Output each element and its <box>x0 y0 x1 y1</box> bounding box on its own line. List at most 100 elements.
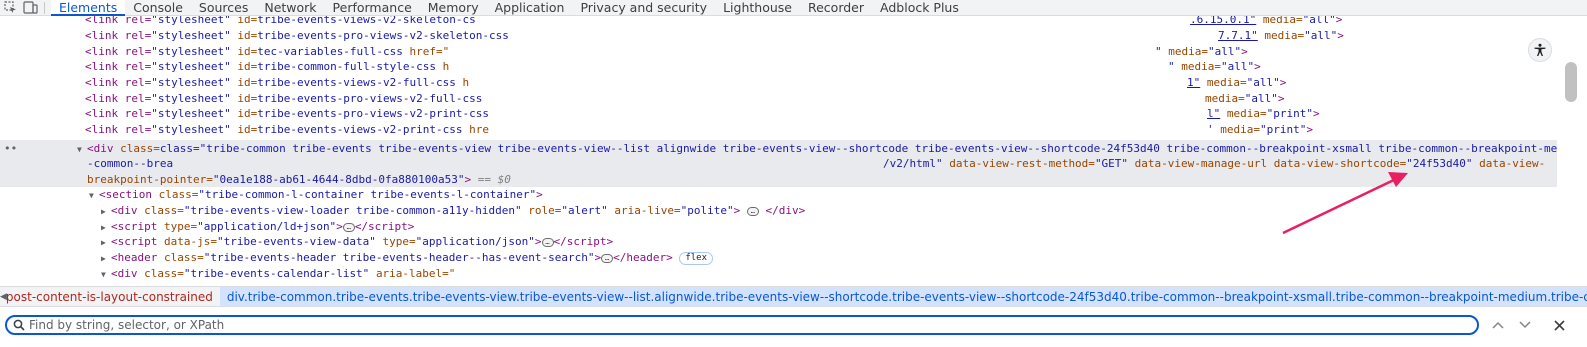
accessibility-icon[interactable] <box>1528 38 1552 62</box>
dom-node-link[interactable]: <link rel="stylesheet" id=tec-variables-… <box>85 44 449 60</box>
attr-value: "tribe-common-l-container tribe-events-l… <box>198 188 537 201</box>
collapse-triangle-icon[interactable]: ▶ <box>101 235 111 251</box>
tab-sources[interactable]: Sources <box>191 0 256 16</box>
dom-node-link-tail: media="all"> <box>1205 91 1285 107</box>
chevron-down-icon[interactable] <box>1517 317 1533 333</box>
node-dots-menu[interactable]: •• <box>4 141 17 157</box>
tag-open: <link rel= <box>85 107 152 120</box>
tag-open: <link rel= <box>85 123 152 136</box>
dom-node-link[interactable]: <link rel="stylesheet" id=tribe-events-p… <box>85 91 482 107</box>
tag-open: <script <box>111 220 164 233</box>
device-toolbar-icon[interactable] <box>20 0 40 16</box>
tag-close: > <box>534 235 542 248</box>
attr-name: breakpoint-pointer= <box>87 173 213 186</box>
dom-node-script-ldjson[interactable]: ▶ <script type="application/ld+json">… </s… <box>101 219 414 235</box>
dom-node-link-tail: " media="all"> <box>1155 44 1248 60</box>
attr-name: id= <box>230 16 258 26</box>
tab-memory[interactable]: Memory <box>420 0 487 16</box>
dom-node-div-line2: -common--brea <box>87 156 173 172</box>
breadcrumb: ◀ post-content-is-layout-constrained div… <box>0 286 1587 307</box>
tab-lighthouse[interactable]: Lighthouse <box>715 0 800 16</box>
attr-value: tribe-events-views-v2-full-css <box>257 76 456 89</box>
expand-triangle-icon[interactable]: ▼ <box>101 267 111 283</box>
collapse-triangle-icon[interactable]: ▶ <box>101 204 111 220</box>
dom-node-link[interactable]: <link rel="stylesheet" id=tribe-events-v… <box>85 122 489 138</box>
attr-name: data-view- <box>1472 157 1546 170</box>
tab-recorder[interactable]: Recorder <box>800 0 872 16</box>
attr-name: aria-live= <box>607 204 681 217</box>
attr-value: "stylesheet" <box>151 45 231 58</box>
inspect-element-icon[interactable] <box>0 0 20 16</box>
collapsed-ellipsis[interactable]: … <box>541 237 554 247</box>
dom-node-loader-div[interactable]: ▶ <div class="tribe-events-view-loader tr… <box>101 203 805 219</box>
href-link[interactable]: 1" <box>1187 76 1200 89</box>
tab-console[interactable]: Console <box>125 0 191 16</box>
tag-close: > <box>536 188 543 201</box>
attr-name: id= <box>230 107 258 120</box>
vertical-scrollbar[interactable] <box>1557 16 1587 284</box>
expand-triangle-icon[interactable]: ▼ <box>89 188 99 204</box>
attr-value: "stylesheet" <box>151 123 231 136</box>
collapse-triangle-icon[interactable]: ▶ <box>101 251 111 267</box>
tag-close: > <box>1241 45 1248 58</box>
collapsed-ellipsis[interactable]: … <box>342 222 355 232</box>
attr-value: tribe-events-pro-views-v2-full-css <box>257 92 483 105</box>
attr-name: id= <box>230 60 258 73</box>
dom-node-link[interactable]: <link rel="stylesheet" id=tribe-events-p… <box>85 106 489 122</box>
tag-end: </header> <box>613 251 680 264</box>
attr-name: hre <box>469 123 490 136</box>
attr-name: media= <box>1200 76 1247 89</box>
toolbar-divider <box>44 1 45 14</box>
tab-adblock-plus[interactable]: Adblock Plus <box>872 0 967 16</box>
tab-performance[interactable]: Performance <box>325 0 420 16</box>
href-link[interactable]: .6.15.0.1" <box>1190 16 1256 26</box>
attr-value: tribe-events-pro-views-v2-skeleton-css <box>257 29 509 42</box>
tag-close: > <box>1306 123 1313 136</box>
attr-name: h <box>442 60 450 73</box>
tag-open: <link rel= <box>85 45 152 58</box>
tag-close: > <box>1312 107 1320 120</box>
href-link[interactable]: 7.7.1" <box>1218 29 1258 42</box>
collapsed-ellipsis[interactable]: … <box>746 206 759 216</box>
dom-node-calendar-list[interactable]: ▼ <div class="tribe-events-calendar-list"… <box>101 266 455 282</box>
attr-name: data-view-rest-method= <box>942 157 1095 170</box>
dom-node-section[interactable]: ▼ <section class="tribe-common-l-containe… <box>89 187 543 203</box>
dom-node-link[interactable]: <link rel="stylesheet" id=tribe-events-p… <box>85 28 509 44</box>
tab-network[interactable]: Network <box>256 0 324 16</box>
tag-open: <link rel= <box>85 92 152 105</box>
attr-value: "0ea1e188-ab61-4644-8dbd-0fa880100a53" <box>212 173 465 186</box>
attr-name: class= <box>144 267 184 280</box>
tab-elements[interactable]: Elements <box>51 0 126 16</box>
flex-badge[interactable]: flex <box>679 251 714 265</box>
dom-node-link[interactable]: <link rel="stylesheet" id=tribe-events-v… <box>85 16 476 28</box>
close-icon[interactable] <box>1551 317 1567 333</box>
tag-open: <div <box>111 267 145 280</box>
attr-name: class= <box>158 188 199 201</box>
attr-name: id= <box>230 123 258 136</box>
breadcrumb-item-selected[interactable]: div.tribe-common.tribe-events.tribe-even… <box>219 287 1587 306</box>
attr-name: class= <box>163 251 204 264</box>
expand-triangle-icon[interactable]: ▼ <box>77 142 87 158</box>
attr-value: tribe-events-pro-views-v2-print-css <box>257 107 490 120</box>
dom-node-div-selected[interactable]: ▼ <div class=class="tribe-common tribe-ev… <box>77 141 1557 157</box>
attr-value: "GET" <box>1094 157 1129 170</box>
tag-close: > <box>733 204 747 217</box>
attr-value: "print" <box>1259 123 1307 136</box>
attr-value: "tribe-events-view-loader tribe-common-a… <box>183 204 522 217</box>
tag-open: <link rel= <box>85 76 152 89</box>
dom-node-script-view-data[interactable]: ▶ <script data-js="tribe-events-view-data… <box>101 234 613 250</box>
tab-privacy-and-security[interactable]: Privacy and security <box>572 0 715 16</box>
dom-node-header[interactable]: ▶ <header class="tribe-events-header trib… <box>101 250 714 267</box>
breadcrumb-item[interactable]: post-content-is-layout-constrained <box>0 287 220 306</box>
attr-value: "stylesheet" <box>151 76 231 89</box>
href-link[interactable]: l" <box>1207 107 1220 120</box>
attr-name: aria-label=" <box>375 267 456 280</box>
search-input[interactable] <box>29 318 1459 332</box>
dom-node-link[interactable]: <link rel="stylesheet" id=tribe-events-v… <box>85 75 469 91</box>
dom-node-link[interactable]: <link rel="stylesheet" id=tribe-common-f… <box>85 59 449 75</box>
collapsed-ellipsis[interactable]: … <box>601 253 614 263</box>
chevron-up-icon[interactable] <box>1490 317 1506 333</box>
tab-application[interactable]: Application <box>487 0 573 16</box>
scrollbar-thumb[interactable] <box>1565 62 1577 102</box>
div-class-attr: class=class="tribe-common tribe-events t… <box>120 142 1557 155</box>
